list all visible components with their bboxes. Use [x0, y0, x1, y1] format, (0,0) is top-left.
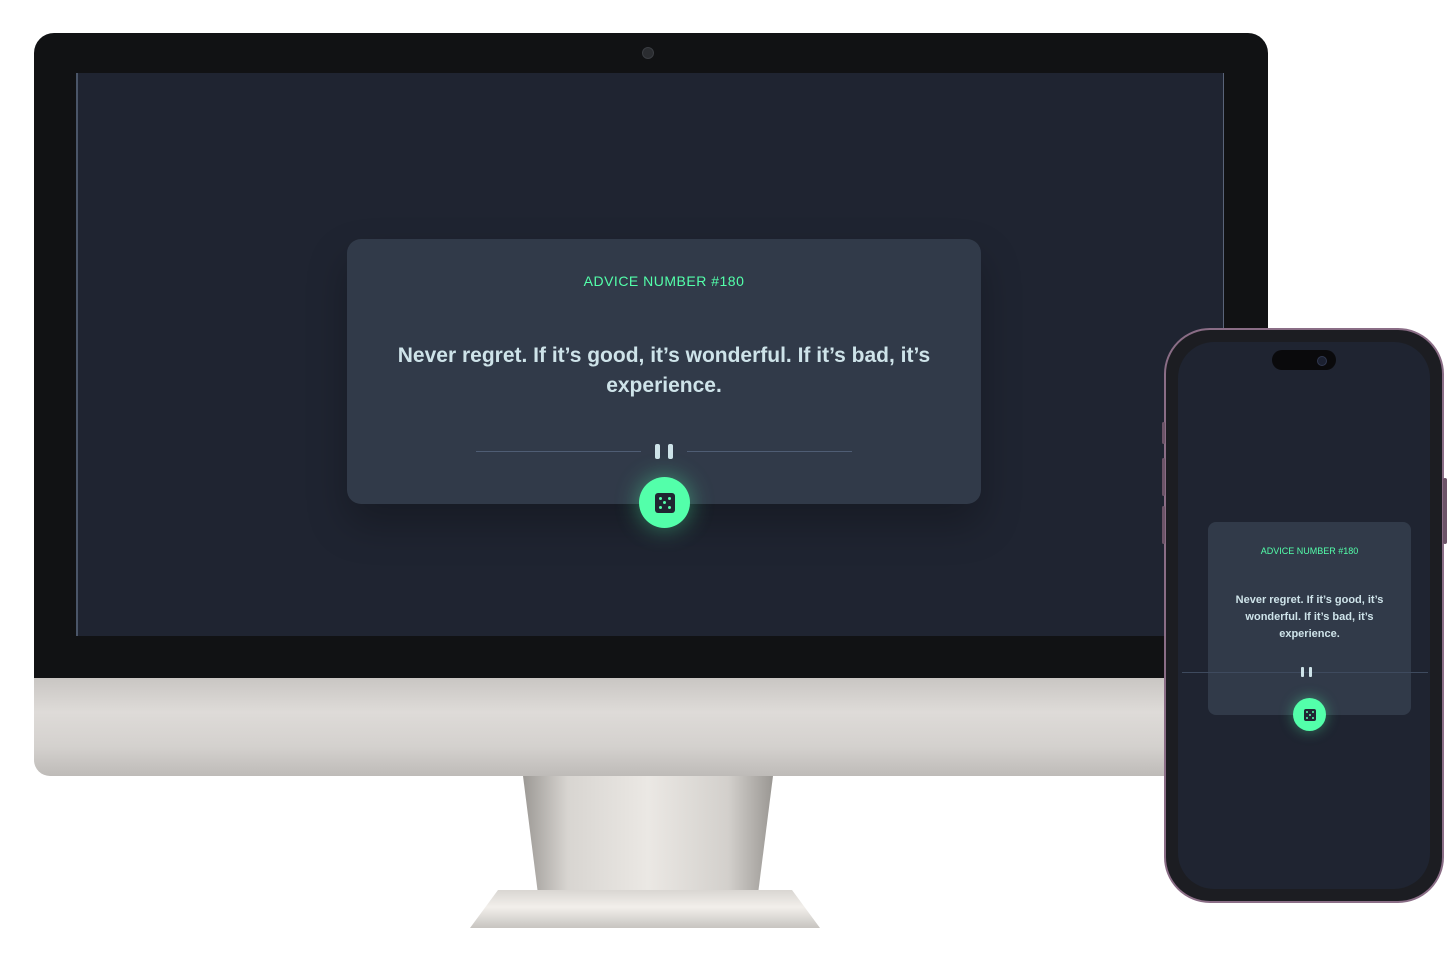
advice-quote: Never regret. If it’s good, it’s wonderf…	[397, 344, 931, 397]
phone-side-button	[1162, 506, 1165, 544]
monitor-stand-foot	[470, 890, 820, 928]
pattern-divider	[476, 442, 852, 462]
dynamic-island	[1272, 350, 1336, 370]
divider-line-left	[476, 451, 641, 452]
dice-icon	[1303, 708, 1316, 721]
advice-number-label: ADVICE NUMBER #180	[583, 273, 745, 289]
monitor-stand-neck	[523, 776, 773, 894]
mobile-advice-card: ADVICE NUMBER #180 Never regret. If it’s…	[1208, 522, 1411, 715]
mobile-advice-number-label: ADVICE NUMBER #180	[1260, 546, 1359, 556]
desktop-screen: ADVICE NUMBER #180 Never regret. If it’s…	[76, 73, 1224, 636]
mobile-generate-advice-button[interactable]	[1293, 698, 1326, 731]
webcam-icon	[642, 47, 654, 59]
desktop-monitor-mockup: ADVICE NUMBER #180 Never regret. If it’s…	[34, 33, 1268, 776]
dice-icon	[654, 492, 675, 513]
phone-side-button	[1162, 422, 1165, 444]
monitor-bezel: ADVICE NUMBER #180 Never regret. If it’s…	[34, 33, 1268, 678]
phone-side-button	[1162, 458, 1165, 496]
divider-line-right	[687, 451, 852, 452]
advice-card: ADVICE NUMBER #180 Never regret. If it’s…	[347, 239, 981, 528]
front-camera-icon	[1317, 356, 1327, 366]
mobile-advice-quote: Never regret. If it’s good, it’s wonderf…	[1235, 594, 1384, 640]
phone-power-button	[1443, 478, 1447, 544]
pause-divider-icon	[655, 444, 673, 459]
pause-divider-icon	[1301, 667, 1313, 677]
mobile-phone-mockup: ADVICE NUMBER #180 Never regret. If it’s…	[1162, 328, 1447, 903]
generate-advice-button[interactable]	[639, 477, 690, 528]
monitor-chin	[34, 678, 1268, 776]
mobile-screen: ADVICE NUMBER #180 Never regret. If it’s…	[1178, 342, 1430, 889]
